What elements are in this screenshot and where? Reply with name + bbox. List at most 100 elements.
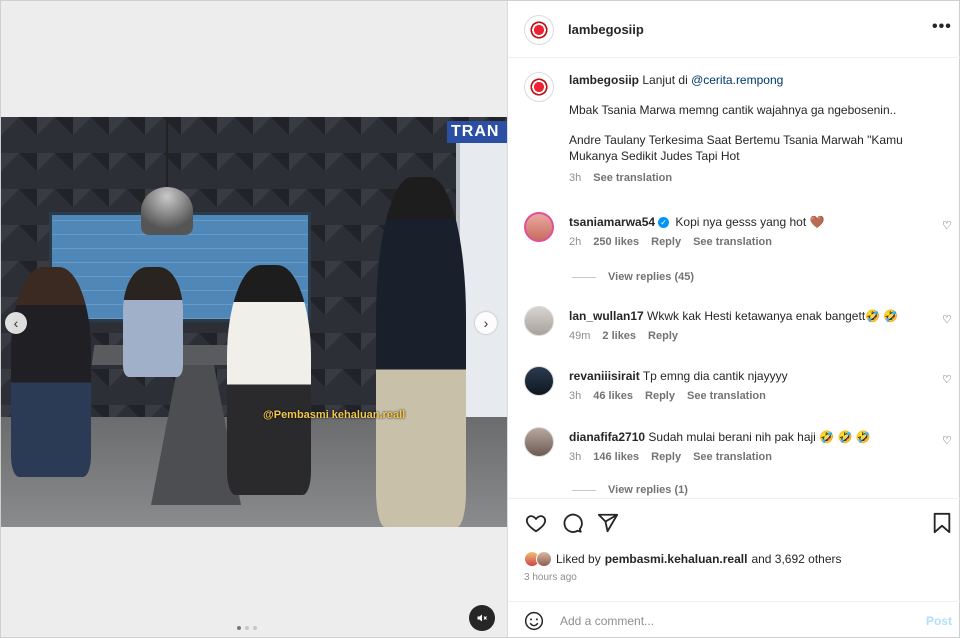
account-logo-icon <box>529 77 549 97</box>
see-translation-button[interactable]: See translation <box>687 390 766 402</box>
post-sidebar: lambegosiip ••• lambegosiip Lanjut di @c… <box>507 1 960 637</box>
caption-mention-link[interactable]: @cerita.rempong <box>691 73 783 87</box>
see-translation-button[interactable]: See translation <box>593 170 672 186</box>
tv-brand-logo: TRAN <box>447 121 507 143</box>
video-person-man-seated <box>227 265 311 495</box>
comment-text: Tp emng dia cantik njayyyy <box>642 369 788 383</box>
comment-meta: 3h 146 likes Reply See translation <box>569 451 772 463</box>
like-comment-heart-icon[interactable]: ♡ <box>942 434 952 447</box>
comment-time: 2h <box>569 236 582 248</box>
comment-button[interactable] <box>560 511 584 535</box>
comment-text: Kopi nya gesss yang hot 🤎 <box>675 215 825 229</box>
reply-button[interactable]: Reply <box>648 330 678 342</box>
comment-time: 49m <box>569 330 591 342</box>
caption-line: Andre Taulany Terkesima Saat Bertemu Tsa… <box>569 133 903 163</box>
liked-by: Liked by pembasmi.kehaluan.reall and 3,6… <box>524 551 842 567</box>
video-person-girl <box>123 267 183 377</box>
add-comment-bar: Post <box>508 601 960 637</box>
caption-line: Mbak Tsania Marwa memng cantik wajahnya … <box>569 103 897 117</box>
view-replies-line <box>572 489 596 491</box>
verified-badge-icon: ✓ <box>658 217 670 229</box>
carousel-next-button[interactable]: › <box>475 312 497 334</box>
more-options-button[interactable]: ••• <box>932 18 952 36</box>
comments-list[interactable]: lambegosiip Lanjut di @cerita.rempong Mb… <box>508 58 960 498</box>
liked-by-prefix: Liked by <box>556 552 601 566</box>
carousel-prev-button[interactable]: ‹ <box>5 312 27 334</box>
comment-likes[interactable]: 2 likes <box>602 330 636 342</box>
caption-meta: 3h See translation <box>569 170 939 186</box>
post-actions: Liked by pembasmi.kehaluan.reall and 3,6… <box>508 498 960 594</box>
comment-username[interactable]: revaniiisirait <box>569 369 640 383</box>
carousel-dot <box>237 626 241 630</box>
caption-avatar[interactable] <box>524 72 554 102</box>
comment-bubble-icon <box>563 513 583 533</box>
like-comment-heart-icon[interactable]: ♡ <box>942 219 952 232</box>
reply-button[interactable]: Reply <box>651 451 681 463</box>
video-scene-lamp-cord <box>166 117 168 189</box>
like-comment-heart-icon[interactable]: ♡ <box>942 313 952 326</box>
comment-likes[interactable]: 146 likes <box>593 451 639 463</box>
account-avatar[interactable] <box>524 15 554 45</box>
liked-by-user[interactable]: pembasmi.kehaluan.reall <box>605 552 748 566</box>
view-replies-button[interactable]: View replies (45) <box>572 271 694 283</box>
comment-body: dianafifa2710 Sudah mulai berani nih pak… <box>569 429 939 445</box>
comment-username[interactable]: tsaniamarwa54 <box>569 215 655 229</box>
see-translation-button[interactable]: See translation <box>693 451 772 463</box>
video-watermark: @Pembasmi kehaluan.reall <box>263 409 406 421</box>
comment-meta: 49m 2 likes Reply <box>569 330 678 342</box>
comment-input[interactable] <box>560 612 900 630</box>
like-comment-heart-icon[interactable]: ♡ <box>942 373 952 386</box>
post-header: lambegosiip ••• <box>508 1 960 58</box>
speaker-muted-icon <box>477 614 487 622</box>
caption-text: lambegosiip Lanjut di @cerita.rempong Mb… <box>569 72 939 186</box>
video-scene-lamp <box>141 187 193 235</box>
carousel-dot <box>253 626 257 630</box>
comment-avatar[interactable] <box>524 427 554 457</box>
comment-likes[interactable]: 46 likes <box>593 390 633 402</box>
caption-username[interactable]: lambegosiip <box>569 73 639 87</box>
caption-lead: Lanjut di <box>642 73 688 87</box>
comment-likes[interactable]: 250 likes <box>593 236 639 248</box>
bookmark-icon <box>933 512 951 534</box>
media-panel: TRAN @Pembasmi kehaluan.reall ‹ › <box>1 1 507 637</box>
post-comment-button[interactable]: Post <box>926 614 952 628</box>
share-button[interactable] <box>596 511 620 535</box>
reply-button[interactable]: Reply <box>651 236 681 248</box>
caption-time: 3h <box>569 172 582 184</box>
carousel-dot <box>245 626 249 630</box>
mute-button[interactable] <box>469 605 495 631</box>
comment-time: 3h <box>569 451 582 463</box>
account-logo-icon <box>529 20 549 40</box>
comment-username[interactable]: dianafifa2710 <box>569 430 645 444</box>
comment-body: tsaniamarwa54 ✓ Kopi nya gesss yang hot 🤎 <box>569 214 939 230</box>
comment-avatar[interactable] <box>524 212 554 242</box>
comment-meta: 3h 46 likes Reply See translation <box>569 390 766 402</box>
heart-icon <box>525 515 547 533</box>
view-replies-line <box>572 276 596 278</box>
comment-text: Sudah mulai berani nih pak haji 🤣 🤣 🤣 <box>648 430 871 444</box>
comment-username[interactable]: lan_wullan17 <box>569 309 644 323</box>
view-replies-button[interactable]: View replies (1) <box>572 484 688 496</box>
comment-body: revaniiisirait Tp emng dia cantik njayyy… <box>569 368 939 384</box>
liker-avatar <box>536 551 552 567</box>
view-replies-label: View replies (1) <box>608 484 688 496</box>
video-player[interactable]: TRAN @Pembasmi kehaluan.reall <box>1 117 507 527</box>
see-translation-button[interactable]: See translation <box>693 236 772 248</box>
post-time: 3 hours ago <box>524 572 577 583</box>
comment-text: Wkwk kak Hesti ketawanya enak bangett🤣 🤣 <box>647 309 899 323</box>
comment-avatar[interactable] <box>524 306 554 336</box>
account-username[interactable]: lambegosiip <box>568 22 644 37</box>
reply-button[interactable]: Reply <box>645 390 675 402</box>
view-replies-label: View replies (45) <box>608 271 695 283</box>
like-button[interactable] <box>524 511 548 535</box>
comment-meta: 2h 250 likes Reply See translation <box>569 236 772 248</box>
save-button[interactable] <box>930 511 954 535</box>
carousel-dots <box>237 626 257 630</box>
comment-time: 3h <box>569 390 582 402</box>
video-person-woman <box>11 267 91 477</box>
emoji-icon[interactable] <box>524 611 544 631</box>
comment-avatar[interactable] <box>524 366 554 396</box>
comment-body: lan_wullan17 Wkwk kak Hesti ketawanya en… <box>569 308 939 324</box>
liked-by-suffix[interactable]: and 3,692 others <box>751 552 841 566</box>
video-person-man-standing <box>376 177 466 527</box>
